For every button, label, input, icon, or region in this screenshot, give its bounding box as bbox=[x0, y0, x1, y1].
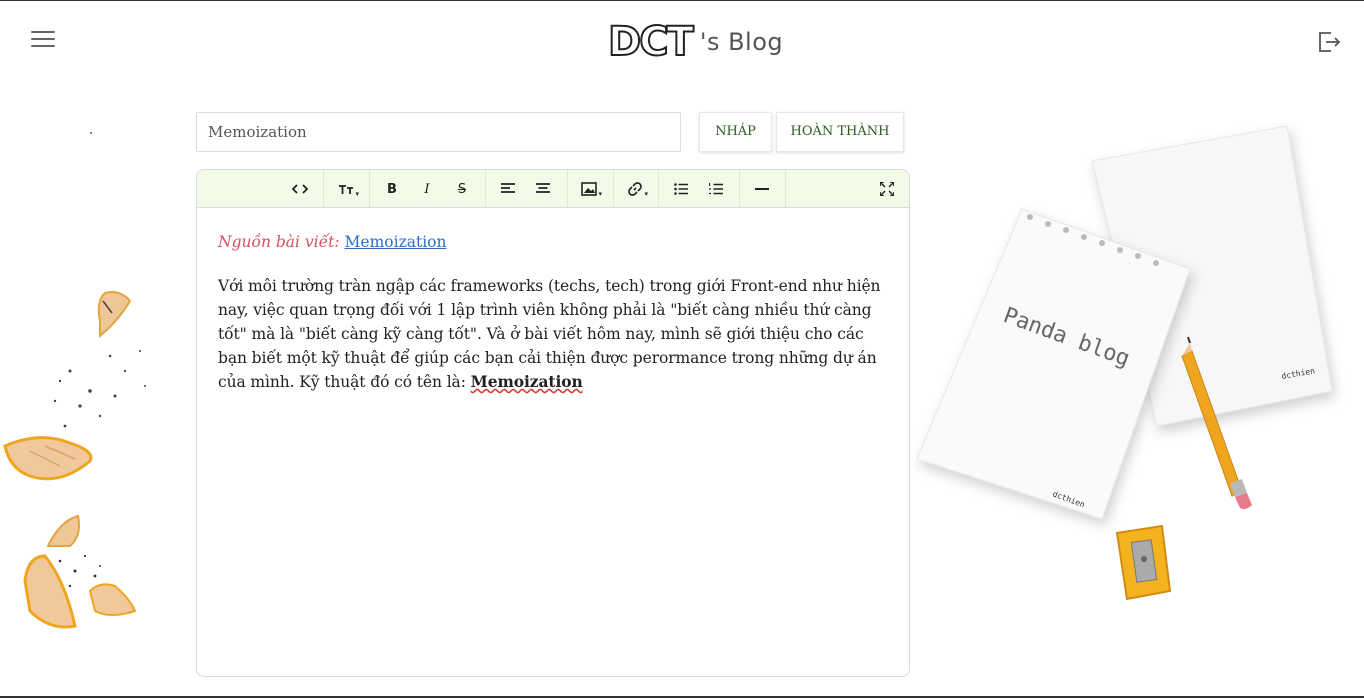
strikethrough-button[interactable]: S bbox=[447, 174, 477, 204]
numbered-list-icon bbox=[709, 183, 723, 195]
shaving-dust bbox=[58, 554, 101, 588]
chevron-down-icon: ▾ bbox=[598, 190, 602, 198]
align-center-button[interactable] bbox=[528, 174, 558, 204]
menu-button[interactable] bbox=[31, 31, 55, 51]
logout-button[interactable] bbox=[1316, 29, 1342, 55]
editor-content[interactable]: Nguồn bài viết: Memoization Với môi trườ… bbox=[197, 208, 909, 416]
source-link[interactable]: Memoization bbox=[345, 233, 447, 251]
toolbar-divider bbox=[785, 170, 786, 208]
editor-toolbar: ▾ B I S ▾ ▾ bbox=[197, 170, 909, 208]
hamburger-line bbox=[31, 38, 55, 40]
front-paper: Panda blog dcthien bbox=[916, 208, 1191, 520]
draft-button[interactable]: NHÁP bbox=[699, 112, 772, 152]
bullet-list-button[interactable] bbox=[666, 174, 696, 204]
link-icon bbox=[628, 182, 642, 196]
notebook-illustration: dcthien Panda blog dcthien bbox=[916, 125, 1333, 601]
hamburger-icon bbox=[31, 31, 55, 33]
logo-text: 's Blog bbox=[699, 28, 784, 56]
align-left-icon bbox=[501, 183, 515, 193]
chevron-down-icon: ▾ bbox=[355, 190, 359, 198]
shaving-middle bbox=[53, 350, 146, 428]
logout-icon bbox=[1319, 32, 1341, 52]
toolbar-divider bbox=[323, 170, 324, 208]
bullet-list-icon bbox=[674, 183, 688, 195]
italic-button[interactable]: I bbox=[412, 174, 442, 204]
body-paragraph: Với môi trường tràn ngập các frameworks … bbox=[218, 274, 888, 394]
complete-button[interactable]: HOÀN THÀNH bbox=[776, 112, 904, 152]
rich-text-editor: ▾ B I S ▾ ▾ Nguồn bài viết: Memoization … bbox=[196, 169, 910, 677]
insert-image-button[interactable]: ▾ bbox=[574, 174, 604, 204]
code-icon bbox=[292, 184, 308, 194]
insert-link-button[interactable]: ▾ bbox=[620, 174, 650, 204]
source-line: Nguồn bài viết: Memoization bbox=[218, 230, 888, 254]
shaving-bottom bbox=[23, 554, 137, 629]
shaving-small bbox=[46, 514, 80, 547]
toolbar-divider bbox=[658, 170, 659, 208]
toolbar-divider bbox=[567, 170, 568, 208]
source-label: Nguồn bài viết: bbox=[218, 233, 340, 251]
paragraph-bold-term: Memoization bbox=[470, 372, 583, 391]
fullscreen-icon bbox=[880, 182, 894, 196]
numbered-list-button[interactable] bbox=[701, 174, 731, 204]
dust-speck bbox=[90, 132, 92, 134]
toolbar-divider bbox=[485, 170, 486, 208]
image-icon bbox=[581, 182, 597, 196]
sharpener bbox=[1115, 524, 1172, 601]
toolbar-divider bbox=[739, 170, 740, 208]
shaving-large bbox=[3, 436, 93, 481]
font-size-icon bbox=[339, 185, 353, 194]
fullscreen-button[interactable] bbox=[872, 174, 902, 204]
hamburger-line bbox=[31, 45, 55, 47]
toolbar-divider bbox=[613, 170, 614, 208]
chevron-down-icon: ▾ bbox=[644, 190, 648, 198]
logo-mark: DCT bbox=[607, 19, 695, 65]
align-center-icon bbox=[536, 183, 550, 193]
pencil-shavings-illustration bbox=[3, 291, 146, 629]
horizontal-rule-button[interactable] bbox=[747, 174, 777, 204]
code-view-button[interactable] bbox=[285, 174, 315, 204]
font-size-button[interactable]: ▾ bbox=[331, 174, 361, 204]
align-left-button[interactable] bbox=[493, 174, 523, 204]
horizontal-rule-icon bbox=[755, 188, 769, 190]
site-logo[interactable]: DCT 's Blog bbox=[607, 19, 784, 65]
bold-button[interactable]: B bbox=[377, 174, 407, 204]
post-title-input[interactable] bbox=[196, 112, 681, 152]
toolbar-divider bbox=[369, 170, 370, 208]
shaving-top bbox=[97, 291, 132, 339]
